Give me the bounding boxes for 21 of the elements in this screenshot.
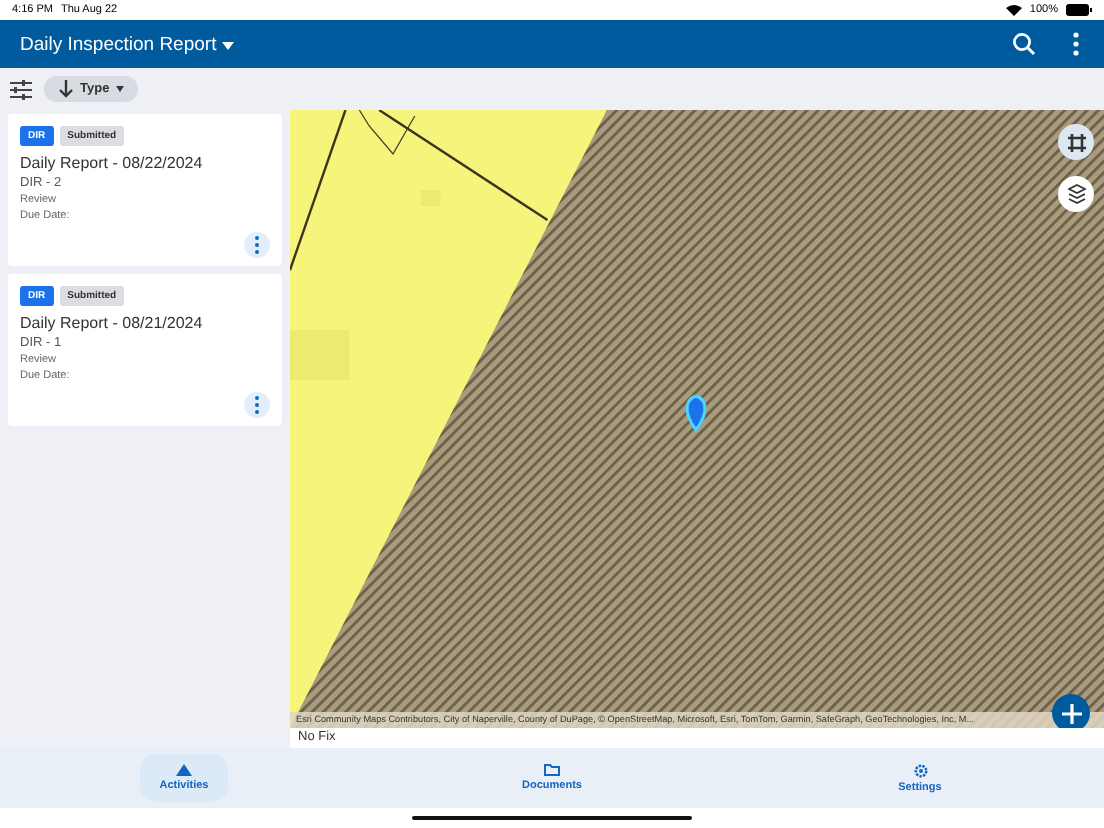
more-button[interactable] (244, 392, 270, 418)
settings-icon (913, 763, 927, 777)
folder-icon (544, 764, 560, 776)
filter-icon[interactable] (10, 79, 32, 99)
search-icon[interactable] (1012, 32, 1036, 56)
report-title: Daily Report - 08/22/2024 (20, 152, 205, 174)
more-icon (254, 396, 260, 414)
more-button[interactable] (244, 232, 270, 258)
layers-icon (1067, 184, 1085, 204)
caret-icon (221, 41, 234, 49)
battery-icon (1066, 4, 1092, 16)
plus-icon (1061, 703, 1081, 723)
arrow-down-icon (58, 80, 74, 98)
mound-icon (176, 764, 192, 776)
frame-icon (1067, 133, 1085, 151)
more-icon (254, 236, 260, 254)
report-title-dropdown[interactable]: Daily Inspection Report (20, 33, 234, 55)
caret-icon (115, 86, 124, 92)
wifi-icon (1005, 4, 1022, 16)
more-icon[interactable] (1072, 32, 1080, 56)
report-title: Daily Report - 08/21/2024 (20, 312, 205, 334)
